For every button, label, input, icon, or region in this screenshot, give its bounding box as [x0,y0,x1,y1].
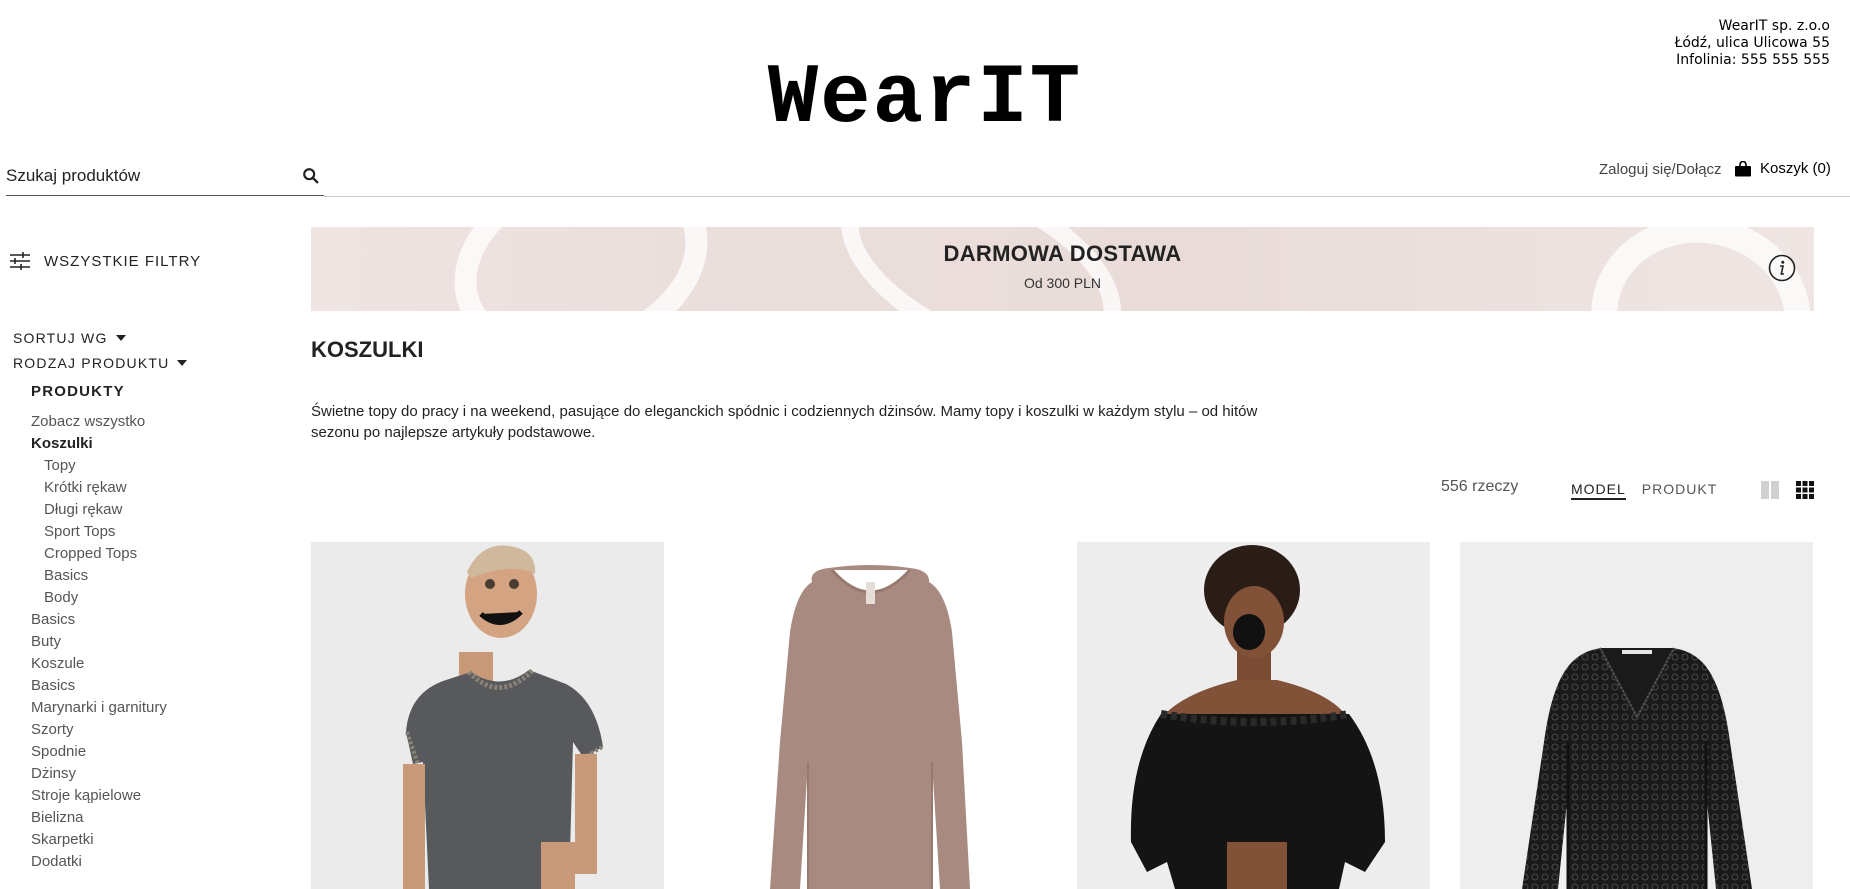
free-delivery-banner[interactable]: DARMOWA DOSTAWA Od 300 PLN [311,227,1814,311]
sidebar-item[interactable]: Krótki rękaw [31,477,167,499]
banner-ribbon [811,227,1151,311]
product-card[interactable] [1077,542,1430,889]
sidebar-item[interactable]: Koszulki [31,433,167,455]
sliders-icon [10,252,30,270]
sidebar-item[interactable]: Basics [31,609,167,631]
products-heading: PRODUKTY [31,383,125,400]
product-image [311,542,664,889]
product-card[interactable] [1460,542,1813,889]
caret-down-icon [115,335,126,341]
sidebar-item[interactable]: Basics [31,675,167,697]
grid-two-icon[interactable] [1761,481,1779,499]
item-count: 556 rzeczy [1441,478,1519,495]
sidebar-item[interactable]: Szorty [31,719,167,741]
search-icon[interactable] [302,167,320,185]
product-image [1077,542,1430,889]
sidebar-item[interactable]: Koszule [31,653,167,675]
product-card[interactable] [694,542,1047,889]
sidebar-item[interactable]: Sport Tops [31,521,167,543]
company-name: WearIT sp. z.o.o [1718,18,1830,34]
banner-ribbon [426,227,736,311]
product-card[interactable] [311,542,664,889]
caret-down-icon [177,360,188,366]
sidebar-item[interactable]: Basics [31,565,167,587]
sidebar-item[interactable]: Stroje kąpielowe [31,785,167,807]
sidebar-item[interactable]: Spodnie [31,741,167,763]
login-link[interactable]: Zaloguj się/Dołącz [1599,161,1722,178]
sort-by-label: SORTUJ WG [13,330,108,346]
product-image [1460,542,1813,889]
grid-four-icon[interactable] [1796,481,1814,499]
company-address: Łódź, ulica Ulicowa 55 [1674,35,1830,51]
sidebar-item[interactable]: Dżinsy [31,763,167,785]
sidebar-item[interactable]: Body [31,587,167,609]
search-input[interactable] [6,160,286,190]
cart-button[interactable]: Koszyk (0) [1734,160,1831,177]
all-filters-label: WSZYSTKIE FILTRY [44,252,202,270]
sidebar-item[interactable]: Długi rękaw [31,499,167,521]
product-type-label: RODZAJ PRODUKTU [13,355,170,371]
sidebar-item[interactable]: Buty [31,631,167,653]
banner-title: DARMOWA DOSTAWA [943,241,1182,266]
all-filters-button[interactable]: WSZYSTKIE FILTRY [10,252,201,270]
banner-subtitle: Od 300 PLN [1023,275,1102,291]
shopping-bag-icon [1735,160,1751,176]
brand-logo[interactable]: WearIT [0,52,1850,147]
sidebar-item[interactable]: Zobacz wszystko [31,411,167,433]
search-bar [6,160,324,196]
sort-by-dropdown[interactable]: SORTUJ WG [13,330,126,346]
category-list: Zobacz wszystko Koszulki Topy Krótki rękaw D… [31,411,167,873]
category-description: Świetne topy do pracy i na weekend, pasu… [311,403,1258,441]
product-image [694,542,1047,889]
info-icon[interactable] [1768,254,1796,282]
header-divider [324,196,1850,197]
product-type-dropdown[interactable]: RODZAJ PRODUKTU [13,355,188,371]
sidebar-item[interactable]: Cropped Tops [31,543,167,565]
view-model-button[interactable]: MODEL [1571,481,1626,500]
sidebar-item[interactable]: Skarpetki [31,829,167,851]
page-title: KOSZULKI [311,337,424,362]
view-mode-toggle: MODEL PRODUKT [1571,481,1717,500]
sidebar-item[interactable]: Topy [31,455,167,477]
view-product-button[interactable]: PRODUKT [1642,481,1717,500]
sidebar-item[interactable]: Dodatki [31,851,167,873]
sidebar-item[interactable]: Bielizna [31,807,167,829]
cart-label: Koszyk (0) [1760,160,1831,177]
sidebar-item[interactable]: Marynarki i garnitury [31,697,167,719]
